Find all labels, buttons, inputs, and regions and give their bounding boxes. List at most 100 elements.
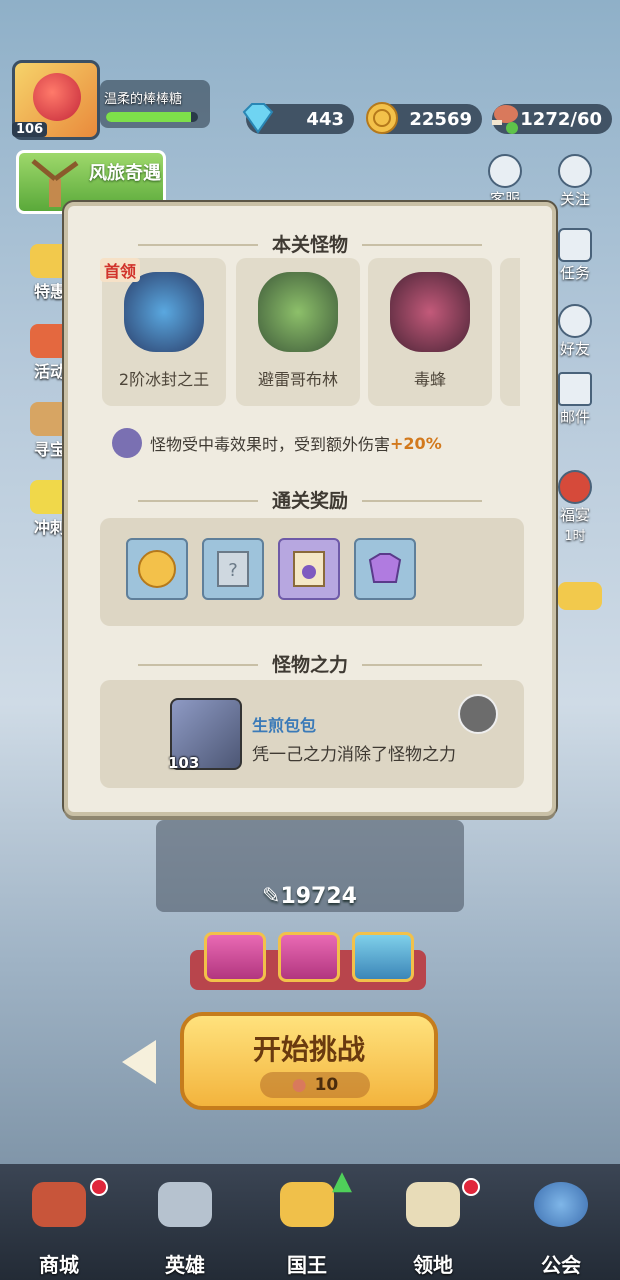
shop-icon (32, 1182, 86, 1227)
notification-dot (90, 1178, 108, 1196)
coin-icon (366, 102, 398, 134)
effect-value: +20% (390, 433, 442, 453)
bottom-nav: 商城 英雄 国王 ▲ 领地 公会 (0, 1164, 620, 1280)
side-btn-label: 邮件 (559, 408, 590, 426)
xp-bar (106, 112, 198, 122)
monster-name: 避雷哥布林 (257, 370, 338, 389)
goblin-icon (258, 272, 338, 352)
team-power-value: 19724 (280, 884, 357, 909)
svg-text:?: ? (228, 560, 238, 581)
side-btn-tasks[interactable]: 任务 (550, 228, 600, 283)
coin-icon (138, 550, 176, 588)
event-banner-label: 风旅奇遇 (89, 163, 161, 184)
meat-icon (492, 105, 518, 134)
side-btn-mail[interactable]: 邮件 (550, 372, 600, 427)
nav-label: 英雄 (165, 1253, 205, 1277)
reward-item[interactable] (354, 538, 416, 600)
player-level: 106 (12, 122, 48, 137)
feast-icon (558, 470, 592, 504)
power-description: 凭一己之力消除了怪物之力 (252, 745, 456, 765)
side-btn-label: 寻宝 (33, 440, 66, 459)
side-btn-label: 任务 (559, 264, 590, 282)
star-icon (558, 154, 592, 188)
xp-bar-fill (106, 112, 191, 122)
nav-king[interactable]: 国王 ▲ (252, 1166, 362, 1278)
book-icon (293, 551, 325, 587)
nav-heroes[interactable]: 英雄 (130, 1178, 240, 1278)
monster-card[interactable]: 首领 2阶冰封之王 (100, 258, 226, 406)
prev-stage-arrow-icon[interactable] (122, 1040, 156, 1084)
mail-icon (558, 372, 592, 406)
nav-label: 国王 (287, 1253, 327, 1277)
nav-territory[interactable]: 领地 (378, 1178, 488, 1278)
eye-icon (112, 428, 142, 458)
chest-icon[interactable] (204, 932, 266, 982)
side-btn-friends[interactable]: 好友 (550, 304, 600, 359)
poison-bee-icon (390, 272, 470, 352)
monster-name: 2阶冰封之王 (118, 370, 210, 389)
sword-icon: ✎ (262, 884, 281, 909)
monster-card-partial[interactable] (500, 258, 520, 406)
start-challenge-button[interactable]: 开始挑战 ● 10 (180, 1012, 438, 1110)
nav-label: 领地 (413, 1253, 453, 1277)
chest-icon[interactable] (352, 932, 414, 982)
feast-timer: 1时 (564, 529, 586, 544)
reward-item[interactable]: ? (202, 538, 264, 600)
reward-item[interactable] (278, 538, 340, 600)
castle-icon (406, 1182, 460, 1227)
side-btn-label: 活动 (33, 362, 66, 381)
calendar-icon (558, 228, 592, 262)
stamina-counter[interactable]: 1272/60 (492, 104, 612, 134)
rewards-box: ? (100, 518, 524, 626)
side-btn-label: 冲刺 (33, 518, 66, 537)
trophy-icon[interactable] (458, 694, 498, 734)
side-btn-support[interactable]: 客服 (480, 154, 530, 209)
headset-icon (488, 154, 522, 188)
monsters-section-title: 本关怪物 (68, 230, 552, 257)
monster-effect: 怪物受中毒效果时，受到额外伤害 +20% (112, 428, 442, 458)
start-challenge-label: 开始挑战 (252, 1033, 365, 1066)
planet-icon (534, 1182, 588, 1227)
power-player-name[interactable]: 生煎包包 (252, 712, 316, 736)
crown-icon (280, 1182, 334, 1227)
side-btn-follow[interactable]: 关注 (550, 154, 600, 209)
friends-icon (558, 304, 592, 338)
monster-name: 毒蜂 (413, 370, 446, 389)
avatar-face-icon (33, 73, 81, 121)
upgrade-arrow-icon: ▲ (332, 1166, 352, 1196)
side-btn-feast[interactable]: 福宴 1时 (550, 470, 600, 544)
coin-counter[interactable]: 22569 (366, 102, 482, 134)
stage-info-modal: 本关怪物 首领 2阶冰封之王 避雷哥布林 毒蜂 怪物受中毒效果时，受到额外伤害 +… (64, 202, 556, 816)
ice-king-icon (124, 272, 204, 352)
hero-avatar[interactable]: 103 (168, 698, 242, 772)
scroll-icon: ? (217, 551, 249, 587)
coin-amount: 22569 (409, 108, 472, 130)
monster-card[interactable]: 毒蜂 (368, 258, 492, 406)
team-power: ✎19724 (262, 884, 357, 909)
hero-level: 103 (168, 754, 200, 772)
rewards-section-title: 通关奖励 (68, 486, 552, 513)
nav-label: 公会 (541, 1253, 581, 1277)
helmet-icon (158, 1182, 212, 1227)
diamond-amount: 443 (306, 108, 344, 130)
reward-item[interactable] (126, 538, 188, 600)
feast-label: 福宴 (559, 506, 590, 524)
chest-icon[interactable] (278, 932, 340, 982)
player-name: 温柔的棒棒糖 (104, 92, 183, 107)
meat-icon: ● (291, 1075, 307, 1095)
nav-label: 商城 (39, 1253, 79, 1277)
effect-text: 怪物受中毒效果时，受到额外伤害 (150, 435, 391, 454)
notification-dot (462, 1178, 480, 1196)
monster-card[interactable]: 避雷哥布林 (236, 258, 360, 406)
chat-icon[interactable] (558, 582, 602, 610)
side-btn-label: 好友 (559, 340, 590, 358)
challenge-cost-value: 10 (314, 1075, 339, 1095)
challenge-cost: ● 10 (260, 1072, 370, 1098)
boss-tag: 首领 (100, 258, 141, 282)
nav-shop[interactable]: 商城 (4, 1178, 114, 1278)
diamond-counter[interactable]: 443 (242, 103, 354, 134)
diamond-icon (242, 103, 274, 134)
stamina-amount: 1272/60 (520, 108, 602, 130)
armor-icon (368, 553, 402, 583)
nav-guild[interactable]: 公会 (506, 1178, 616, 1278)
